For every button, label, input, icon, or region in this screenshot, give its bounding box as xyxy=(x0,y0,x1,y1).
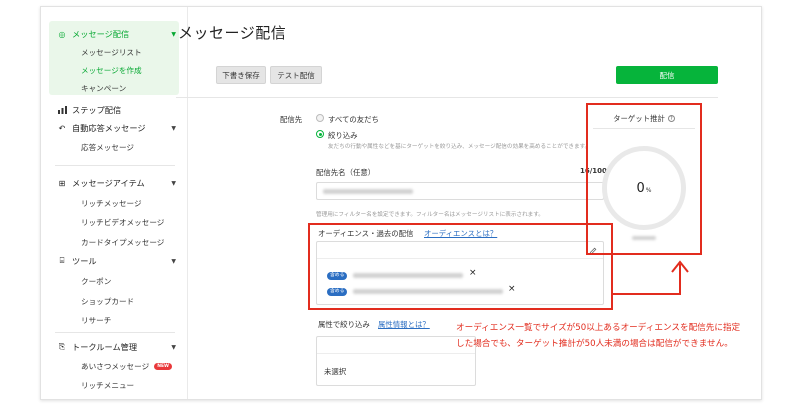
annotation-note: オーディエンス一覧でサイズが50以上あるオーディエンスを配信先に指定した場合でも… xyxy=(456,323,741,349)
